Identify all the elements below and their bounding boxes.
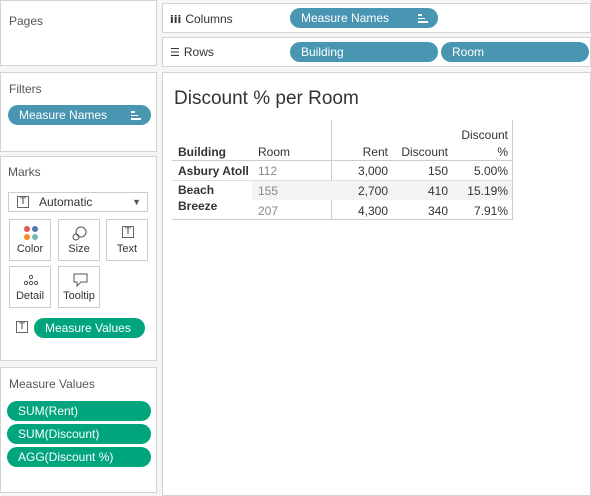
filters-panel: Filters Measure Names [0, 72, 157, 152]
marks-pill-measure-values[interactable]: Measure Values [34, 318, 145, 338]
cell-room: 112 [258, 164, 278, 178]
mark-type-dropdown[interactable]: T Automatic ▼ [8, 192, 148, 212]
cell-building: Beach [178, 183, 215, 197]
cell-room: 207 [258, 204, 279, 218]
cell-rent: 2,700 [357, 184, 388, 198]
rows-pill-building[interactable]: Building [290, 42, 438, 62]
cell-rent: 3,000 [357, 164, 388, 178]
cell-discount: 340 [427, 204, 448, 218]
size-button[interactable]: Size [58, 219, 100, 261]
view-area [162, 72, 591, 496]
text-mark-icon: T [17, 196, 29, 208]
detail-icon [23, 274, 39, 286]
cell-rent: 4,300 [357, 204, 388, 218]
measure-pill-sum-rent[interactable]: SUM(Rent) [7, 401, 151, 421]
tooltip-icon [73, 273, 88, 288]
sort-icon [131, 111, 141, 120]
measure-values-title: Measure Values [9, 377, 95, 391]
header-discount: Discount [401, 145, 448, 159]
columns-pill-measure-names[interactable]: Measure Names [290, 8, 438, 28]
header-discount-pct-line2: % [497, 145, 508, 159]
table-bottom-border [172, 219, 513, 220]
pages-panel: Pages [0, 0, 157, 66]
detail-button[interactable]: Detail [9, 266, 51, 308]
color-icon [24, 226, 38, 240]
text-icon: T [122, 226, 134, 238]
rows-icon: ☰ [170, 46, 180, 59]
group-divider [172, 180, 513, 181]
sheet-title: Discount % per Room [174, 88, 359, 109]
cell-discount-pct: 5.00% [473, 164, 508, 178]
filters-pill-measure-names[interactable]: Measure Names [8, 105, 151, 125]
header-room: Room [258, 145, 291, 159]
tooltip-button[interactable]: Tooltip [58, 266, 100, 308]
columns-label: iii Columns [170, 12, 233, 26]
header-rent: Rent [362, 145, 388, 159]
table-divider-vertical [331, 120, 332, 220]
chevron-down-icon: ▼ [132, 197, 141, 207]
cell-building: Breeze [178, 199, 218, 213]
cell-discount-pct: 15.19% [467, 184, 508, 198]
pages-title: Pages [9, 14, 44, 28]
text-button[interactable]: T Text [106, 219, 148, 261]
filters-title: Filters [9, 82, 42, 96]
color-button[interactable]: Color [9, 219, 51, 261]
rows-label: ☰ Rows [170, 45, 214, 59]
header-building: Building [178, 145, 226, 159]
rows-pill-room[interactable]: Room [441, 42, 589, 62]
cell-discount: 150 [427, 164, 448, 178]
cell-building: Asbury Atoll [178, 164, 249, 178]
size-icon [72, 226, 87, 241]
mark-type-value: Automatic [39, 195, 93, 209]
measure-values-panel: Measure Values SUM(Rent) SUM(Discount) A… [0, 367, 157, 493]
cell-discount: 410 [427, 184, 448, 198]
header-discount-pct-line1: Discount [461, 128, 508, 142]
measure-pill-agg-discount-pct[interactable]: AGG(Discount %) [7, 447, 151, 467]
cell-room: 155 [258, 184, 279, 198]
text-shelf-icon: T [16, 321, 28, 333]
sort-icon [418, 14, 428, 23]
columns-icon: iii [170, 13, 182, 26]
rows-shelf[interactable]: ☰ Rows Building Room [162, 37, 591, 67]
table-divider-right [512, 120, 513, 220]
measure-pill-sum-discount[interactable]: SUM(Discount) [7, 424, 151, 444]
columns-shelf[interactable]: iii Columns Measure Names [162, 3, 591, 33]
marks-title: Marks [8, 165, 41, 179]
cell-discount-pct: 7.91% [473, 204, 508, 218]
table-header-divider [172, 160, 513, 161]
